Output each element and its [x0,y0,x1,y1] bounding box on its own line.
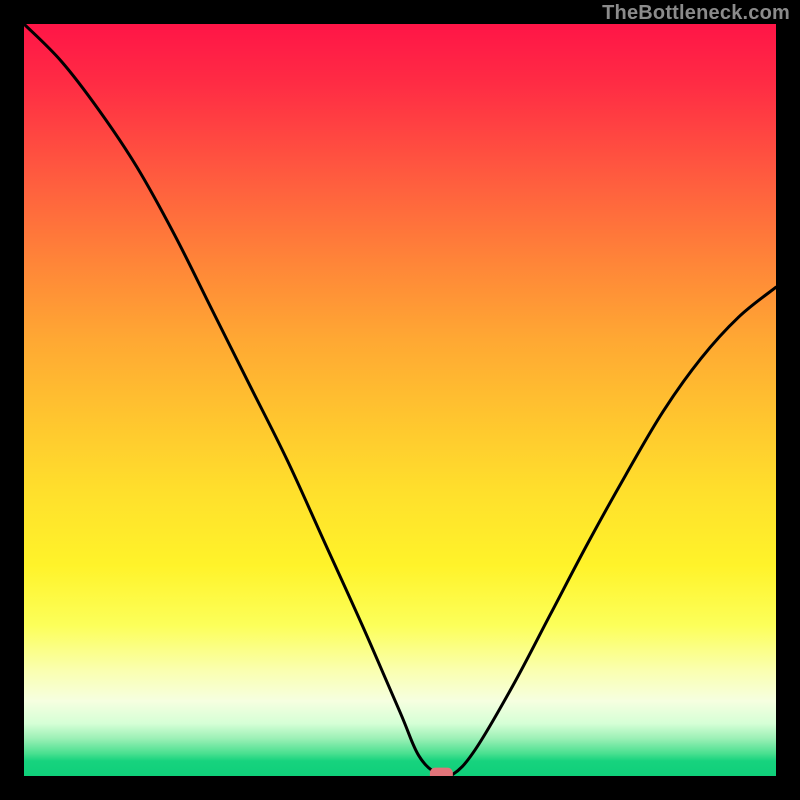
curve-layer [24,24,776,776]
optimal-marker [430,768,452,776]
watermark-text: TheBottleneck.com [602,2,790,25]
chart-frame: TheBottleneck.com [0,0,800,800]
plot-area [24,24,776,776]
bottleneck-curve [24,24,776,776]
